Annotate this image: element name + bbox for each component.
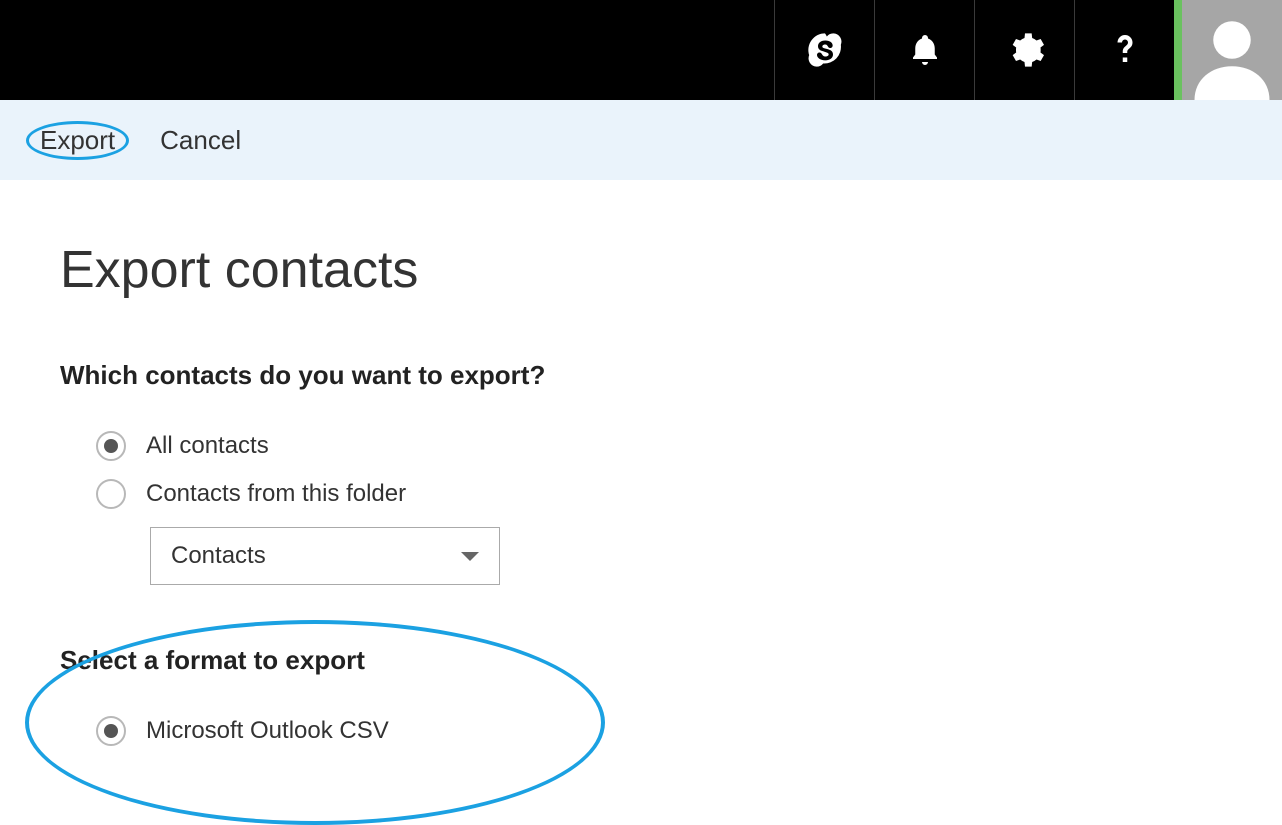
notifications-button[interactable]	[874, 0, 974, 100]
radio-all-contacts[interactable]	[96, 431, 126, 461]
question-which-contacts: Which contacts do you want to export?	[60, 360, 1282, 391]
avatar-icon	[1187, 10, 1277, 100]
settings-button[interactable]	[974, 0, 1074, 100]
accent-strip	[1174, 0, 1182, 100]
radio-from-folder-label: Contacts from this folder	[146, 480, 406, 508]
top-bar	[0, 0, 1282, 100]
chevron-down-icon	[461, 552, 479, 561]
radio-row-from-folder: Contacts from this folder	[60, 479, 1282, 509]
export-button[interactable]: Export	[40, 125, 115, 156]
cancel-button[interactable]: Cancel	[160, 125, 241, 156]
radio-row-all-contacts: All contacts	[60, 431, 1282, 461]
help-icon	[1107, 32, 1143, 68]
bell-icon	[907, 32, 943, 68]
action-bar: Export Cancel	[0, 100, 1282, 180]
gear-icon	[1005, 30, 1045, 70]
skype-icon	[805, 30, 845, 70]
radio-outlook-csv[interactable]	[96, 716, 126, 746]
radio-row-outlook-csv: Microsoft Outlook CSV	[60, 716, 1282, 746]
question-select-format: Select a format to export	[60, 645, 1282, 676]
help-button[interactable]	[1074, 0, 1174, 100]
avatar-button[interactable]	[1182, 0, 1282, 100]
skype-button[interactable]	[774, 0, 874, 100]
radio-outlook-csv-label: Microsoft Outlook CSV	[146, 717, 389, 745]
radio-from-folder[interactable]	[96, 479, 126, 509]
main-content: Export contacts Which contacts do you wa…	[0, 180, 1282, 746]
folder-dropdown[interactable]: Contacts	[150, 527, 500, 585]
radio-all-contacts-label: All contacts	[146, 432, 269, 460]
folder-dropdown-value: Contacts	[171, 542, 266, 570]
page-title: Export contacts	[60, 240, 1282, 300]
